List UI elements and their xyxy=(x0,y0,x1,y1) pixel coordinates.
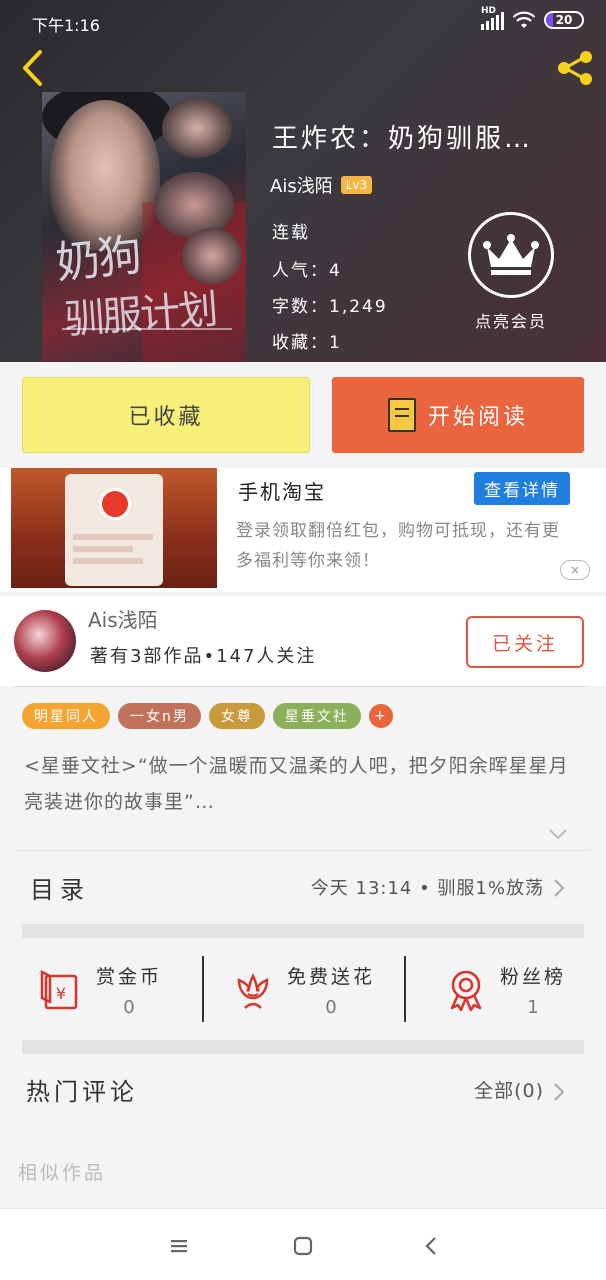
catalog-row[interactable]: 目录 今天 13:14 • 驯服1%放荡 xyxy=(0,852,606,918)
cover-title-line2: 驯服计划 xyxy=(62,286,218,344)
tag-item[interactable]: 一女n男 xyxy=(118,703,201,729)
stat-value: 1 xyxy=(527,997,539,1018)
main-content: 已收藏 开始阅读 手机淘宝 查看详情 登录领取翻倍红包，购物可抵现，还有更多福利… xyxy=(0,362,606,1208)
serial-status: 连载 xyxy=(272,223,310,243)
stat-label: 粉丝榜 xyxy=(499,966,566,988)
catalog-label: 目录 xyxy=(30,876,90,904)
home-icon xyxy=(293,1236,313,1256)
share-button[interactable] xyxy=(554,48,596,88)
fan-ranking[interactable]: 粉丝榜 1 xyxy=(404,940,606,1040)
status-time: 下午1:16 xyxy=(32,16,100,35)
book-cover[interactable]: 奶狗 驯服计划 xyxy=(42,92,246,362)
reward-coins[interactable]: ¥ 赏金币 0 xyxy=(0,940,202,1040)
back-button[interactable] xyxy=(14,48,50,88)
status-icons: HD 20 xyxy=(481,6,584,30)
home-button[interactable] xyxy=(288,1231,318,1261)
more-tags-button[interactable]: + xyxy=(368,704,393,728)
cover-title-line1: 奶狗 xyxy=(53,229,143,290)
hot-comments-label: 热门评论 xyxy=(26,1078,138,1106)
author-card[interactable]: Ais浅陌 著有3部作品•147人关注 已关注 xyxy=(0,596,606,686)
stat-value: 0 xyxy=(123,997,135,1018)
author-card-name: Ais浅陌 xyxy=(88,608,158,632)
menu-button[interactable] xyxy=(164,1231,194,1261)
tag-item[interactable]: 女尊 xyxy=(208,703,265,729)
ad-image[interactable] xyxy=(11,468,217,588)
stat-value: 0 xyxy=(325,997,337,1018)
book-header: 下午1:16 HD 20 奶狗 驯服计划 王炸农：奶狗驯服… Ais浅陌 Lv3… xyxy=(0,0,606,362)
menu-icon xyxy=(171,1240,187,1253)
red-envelope-icon: ¥ xyxy=(40,969,78,1010)
all-comments-link[interactable]: 全部(0) xyxy=(474,1076,544,1103)
status-bar: 下午1:16 HD 20 xyxy=(0,0,606,44)
popularity: 人气：4 xyxy=(272,261,342,281)
share-icon xyxy=(558,51,592,85)
stats-row: ¥ 赏金币 0 免费送花 0 粉丝榜 1 xyxy=(0,940,606,1040)
synopsis: <星垂文社>“做一个温暖而又温柔的人吧，把夕阳余晖星星月亮装进你的故事里”… xyxy=(24,755,569,813)
chevron-down-icon[interactable] xyxy=(548,826,568,842)
crown-icon xyxy=(468,212,554,298)
level-badge: Lv3 xyxy=(340,176,373,194)
stat-label: 免费送花 xyxy=(286,966,375,988)
stat-label: 赏金币 xyxy=(95,966,162,988)
author-line: Ais浅陌 Lv3 xyxy=(270,172,373,198)
medal-icon xyxy=(450,970,482,1012)
book-title: 王炸农：奶狗驯服… xyxy=(272,124,534,154)
vip-label: 点亮会员 xyxy=(474,312,547,331)
system-nav-bar xyxy=(0,1208,606,1280)
tag-item[interactable]: 星垂文社 xyxy=(272,703,361,729)
ad-title: 手机淘宝 xyxy=(238,480,326,504)
collected-button[interactable]: 已收藏 xyxy=(22,377,310,453)
start-reading-label: 开始阅读 xyxy=(427,405,528,430)
chevron-left-icon xyxy=(23,50,42,86)
author-card-stats: 著有3部作品•147人关注 xyxy=(90,646,317,667)
close-icon[interactable]: × xyxy=(560,560,590,580)
divider xyxy=(14,686,590,687)
hot-comments-row[interactable]: 热门评论 全部(0) xyxy=(0,1060,606,1120)
free-flowers[interactable]: 免费送花 0 xyxy=(202,940,404,1040)
back-nav-button[interactable] xyxy=(416,1231,446,1261)
chevron-right-icon xyxy=(554,879,565,897)
author-name[interactable]: Ais浅陌 xyxy=(270,172,333,198)
ad-detail-button[interactable]: 查看详情 xyxy=(474,472,570,505)
latest-chapter: 今天 13:14 • 驯服1%放荡 xyxy=(310,878,544,899)
favorites-count: 收藏：1 xyxy=(272,333,342,353)
followed-button[interactable]: 已关注 xyxy=(466,616,584,668)
chevron-right-icon xyxy=(554,1083,565,1101)
wifi-icon xyxy=(512,11,536,28)
signal-icon: HD xyxy=(481,6,504,30)
word-count: 字数：1,249 xyxy=(272,297,388,317)
section-separator xyxy=(22,1040,584,1054)
ad-banner[interactable]: 手机淘宝 查看详情 登录领取翻倍红包，购物可抵现，还有更多福利等你来领！ × xyxy=(0,468,606,592)
book-icon xyxy=(387,398,416,432)
similar-works-label: 相似作品 xyxy=(18,1162,107,1184)
battery-level: 20 xyxy=(555,13,573,27)
divider xyxy=(14,850,590,851)
flower-icon xyxy=(237,973,269,1009)
battery-icon: 20 xyxy=(544,11,584,29)
vip-button[interactable]: 点亮会员 xyxy=(466,212,556,332)
back-icon xyxy=(425,1237,436,1255)
svg-text:¥: ¥ xyxy=(56,984,66,1003)
collected-label: 已收藏 xyxy=(128,405,204,430)
tag-list: 明星同人 一女n男 女尊 星垂文社 + xyxy=(22,703,393,729)
section-separator xyxy=(22,924,584,938)
ad-description: 登录领取翻倍红包，购物可抵现，还有更多福利等你来领！ xyxy=(236,521,560,571)
start-reading-button[interactable]: 开始阅读 xyxy=(332,377,584,453)
avatar[interactable] xyxy=(14,610,76,672)
tag-item[interactable]: 明星同人 xyxy=(22,703,110,729)
